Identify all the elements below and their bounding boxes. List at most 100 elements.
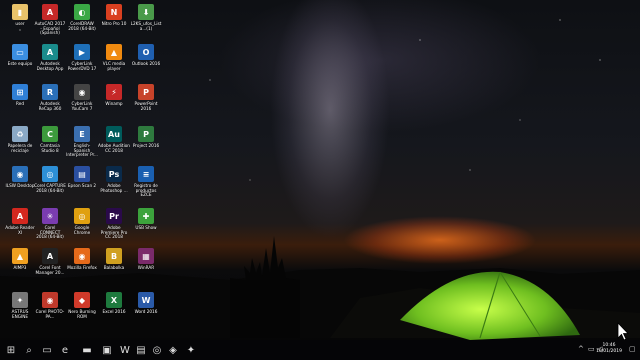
desktop-icon[interactable]: ◉ ILSW Desktop	[4, 164, 36, 202]
desktop-icon[interactable]: ≡ Registro de productos EZCE	[130, 164, 162, 202]
desktop-icon[interactable]: R Autodesk ReCap 360	[34, 82, 66, 120]
desktop-icon[interactable]: ⬇ L2KS_ufos_Lista...(1)	[130, 2, 162, 40]
app-icon: ⚡	[106, 84, 122, 100]
desktop-icon[interactable]: N Nitro Pro 10	[98, 2, 130, 40]
desktop-icon-label: Corel PHOTO-PA...	[35, 309, 65, 319]
app-icon: A	[42, 44, 58, 60]
app-icon: ♻	[12, 126, 28, 142]
desktop-icon[interactable]: A Corel Font Manager 20...	[34, 246, 66, 284]
desktop-icon[interactable]: ✦ ASTRUS ENGINE	[4, 290, 36, 328]
tray-up-arrow-icon[interactable]: ^	[578, 345, 584, 353]
store-icon[interactable]: ▣	[100, 343, 114, 357]
desktop-icon-label: CyberLink YouCam 7	[71, 101, 93, 111]
desktop-icon-label: AIMP3	[13, 265, 27, 270]
task-view-icon[interactable]: ▭	[40, 343, 54, 357]
desktop-icon[interactable]: A Adobe Reader XI	[4, 206, 36, 244]
start-icon[interactable]: ⊞	[4, 343, 18, 357]
mouse-cursor-icon	[617, 322, 629, 341]
app2-icon[interactable]: ◈	[166, 343, 180, 357]
app-icon: Ps	[106, 166, 122, 182]
desktop-icon[interactable]: P Project 2016	[130, 124, 162, 162]
app-icon: R	[42, 84, 58, 100]
app-icon: B	[106, 248, 122, 264]
app-icon: ▲	[106, 44, 122, 60]
desktop-icon[interactable]: B Balabolka	[98, 246, 130, 284]
desktop-icon-label: ASTRUS ENGINE	[11, 309, 29, 319]
desktop-icon[interactable]: A Autodesk Desktop App	[34, 42, 66, 80]
desktop-icon-label: CorelDRAW 2018 (64-Bit)	[68, 21, 96, 31]
app-icon: X	[106, 292, 122, 308]
app-icon: A	[42, 4, 58, 20]
desktop-icon-label: Este equipo	[7, 61, 33, 66]
wallpaper-tent	[400, 271, 580, 340]
desktop-icon[interactable]: W Word 2016	[130, 290, 162, 328]
desktop-icon-label: Epson Scan 2	[67, 183, 97, 188]
app-icon: O	[138, 44, 154, 60]
desktop-icon[interactable]: ◆ Nero Burning ROM	[66, 290, 98, 328]
desktop-icon[interactable]: O Outlook 2016	[130, 42, 162, 80]
desktop-icon-label: Autodesk Desktop App	[36, 61, 64, 71]
app-icon: ◉	[12, 166, 28, 182]
word-icon[interactable]: W	[118, 343, 132, 357]
desktop-icon-label: WinRAR	[137, 265, 155, 270]
desktop-icon-label: PowerPoint 2016	[134, 101, 158, 111]
desktop-icon[interactable]: ◉ CyberLink YouCam 7	[66, 82, 98, 120]
desktop-icon[interactable]: C Camtasia Studio 8	[34, 124, 66, 162]
desktop-icon[interactable]: ▮ user	[4, 2, 36, 40]
notifications-icon[interactable]: ▢	[629, 345, 636, 353]
app-icon[interactable]: ▤	[134, 343, 148, 357]
app-icon: ▲	[12, 248, 28, 264]
app-icon: ▦	[138, 248, 154, 264]
file-explorer-icon[interactable]: ▬	[80, 343, 94, 357]
desktop-icon[interactable]: P PowerPoint 2016	[130, 82, 162, 120]
desktop-icon[interactable]: ⊞ Red	[4, 82, 36, 120]
desktop-icon-label: Autodesk ReCap 360	[38, 101, 62, 111]
app-icon: ✳	[42, 208, 58, 224]
desktop-icon-label: Corel CAPTURE 2018 (64-Bit)	[34, 183, 66, 193]
desktop-icon-label: Excel 2016	[102, 309, 126, 314]
desktop-icon[interactable]: Au Adobe Audition CC 2018	[98, 124, 130, 162]
app-icon: ◉	[74, 84, 90, 100]
desktop-icon[interactable]: ◐ CorelDRAW 2018 (64-Bit)	[66, 2, 98, 40]
desktop-icon[interactable]: ◎ Google Chrome	[66, 206, 98, 244]
app-icon: ✦	[12, 292, 28, 308]
edge-icon[interactable]: e	[58, 343, 72, 357]
desktop-icon-label: AutoCAD 2017 - Español (Spanish)	[34, 21, 66, 36]
desktop-icon[interactable]: ✚ USB Show	[130, 206, 162, 244]
desktop-icon[interactable]: Pr Adobe Premiere Pro CC 2018	[98, 206, 130, 244]
desktop-icon[interactable]: ✳ Corel CONNECT 2018 (64-Bit)	[34, 206, 66, 244]
desktop-icon[interactable]: ◉ Corel PHOTO-PA...	[34, 290, 66, 328]
desktop-icon-label: Red	[16, 101, 24, 106]
desktop-icon[interactable]: ⚡ Winamp	[98, 82, 130, 120]
desktop-icon[interactable]: ◎ Corel CAPTURE 2018 (64-Bit)	[34, 164, 66, 202]
desktop-icon[interactable]: ▲ VLC media player	[98, 42, 130, 80]
chrome-icon[interactable]: ◎	[150, 343, 164, 357]
desktop-icon[interactable]: X Excel 2016	[98, 290, 130, 328]
search-icon[interactable]: ⌕	[22, 343, 36, 357]
desktop-icon[interactable]: ♻ Papelera de reciclaje	[4, 124, 36, 162]
app-icon: Pr	[106, 208, 122, 224]
desktop-icon-label: ILSW Desktop	[5, 183, 35, 188]
desktop-icon[interactable]: ▭ Este equipo	[4, 42, 36, 80]
desktop-icon[interactable]: A AutoCAD 2017 - Español (Spanish)	[34, 2, 66, 40]
desktop-icon-label: Papelera de reciclaje	[7, 143, 33, 153]
desktop-icon-label: L2KS_ufos_Lista...(1)	[130, 21, 162, 31]
desktop-icon[interactable]: ▲ AIMP3	[4, 246, 36, 284]
desktop-icon[interactable]: ▤ Epson Scan 2	[66, 164, 98, 202]
desktop-icon-label: Corel CONNECT 2018 (64-Bit)	[36, 225, 64, 240]
desktop-icon[interactable]: ◉ Mozilla Firefox	[66, 246, 98, 284]
app-icon: Au	[106, 126, 122, 142]
network-icon[interactable]: ▭	[588, 345, 595, 353]
desktop-icon-label: CyberLink PowerDVD 17	[67, 61, 97, 71]
desktop-icon[interactable]: E English-Spanish Interpreter Pr...	[66, 124, 98, 162]
desktop-icon-label: Adobe Premiere Pro CC 2018	[100, 225, 128, 240]
desktop-icon[interactable]: Ps Adobe Photoshop ...	[98, 164, 130, 202]
desktop-icon-label: Project 2016	[132, 143, 160, 148]
app-icon: A	[42, 248, 58, 264]
desktop-icon[interactable]: ▶ CyberLink PowerDVD 17	[66, 42, 98, 80]
system-clock[interactable]: 10:46 10/01/2019	[596, 343, 622, 355]
app-icon: ◉	[42, 292, 58, 308]
app-icon: ≡	[138, 166, 154, 182]
app3-icon[interactable]: ✦	[184, 343, 198, 357]
desktop-icon[interactable]: ▦ WinRAR	[130, 246, 162, 284]
